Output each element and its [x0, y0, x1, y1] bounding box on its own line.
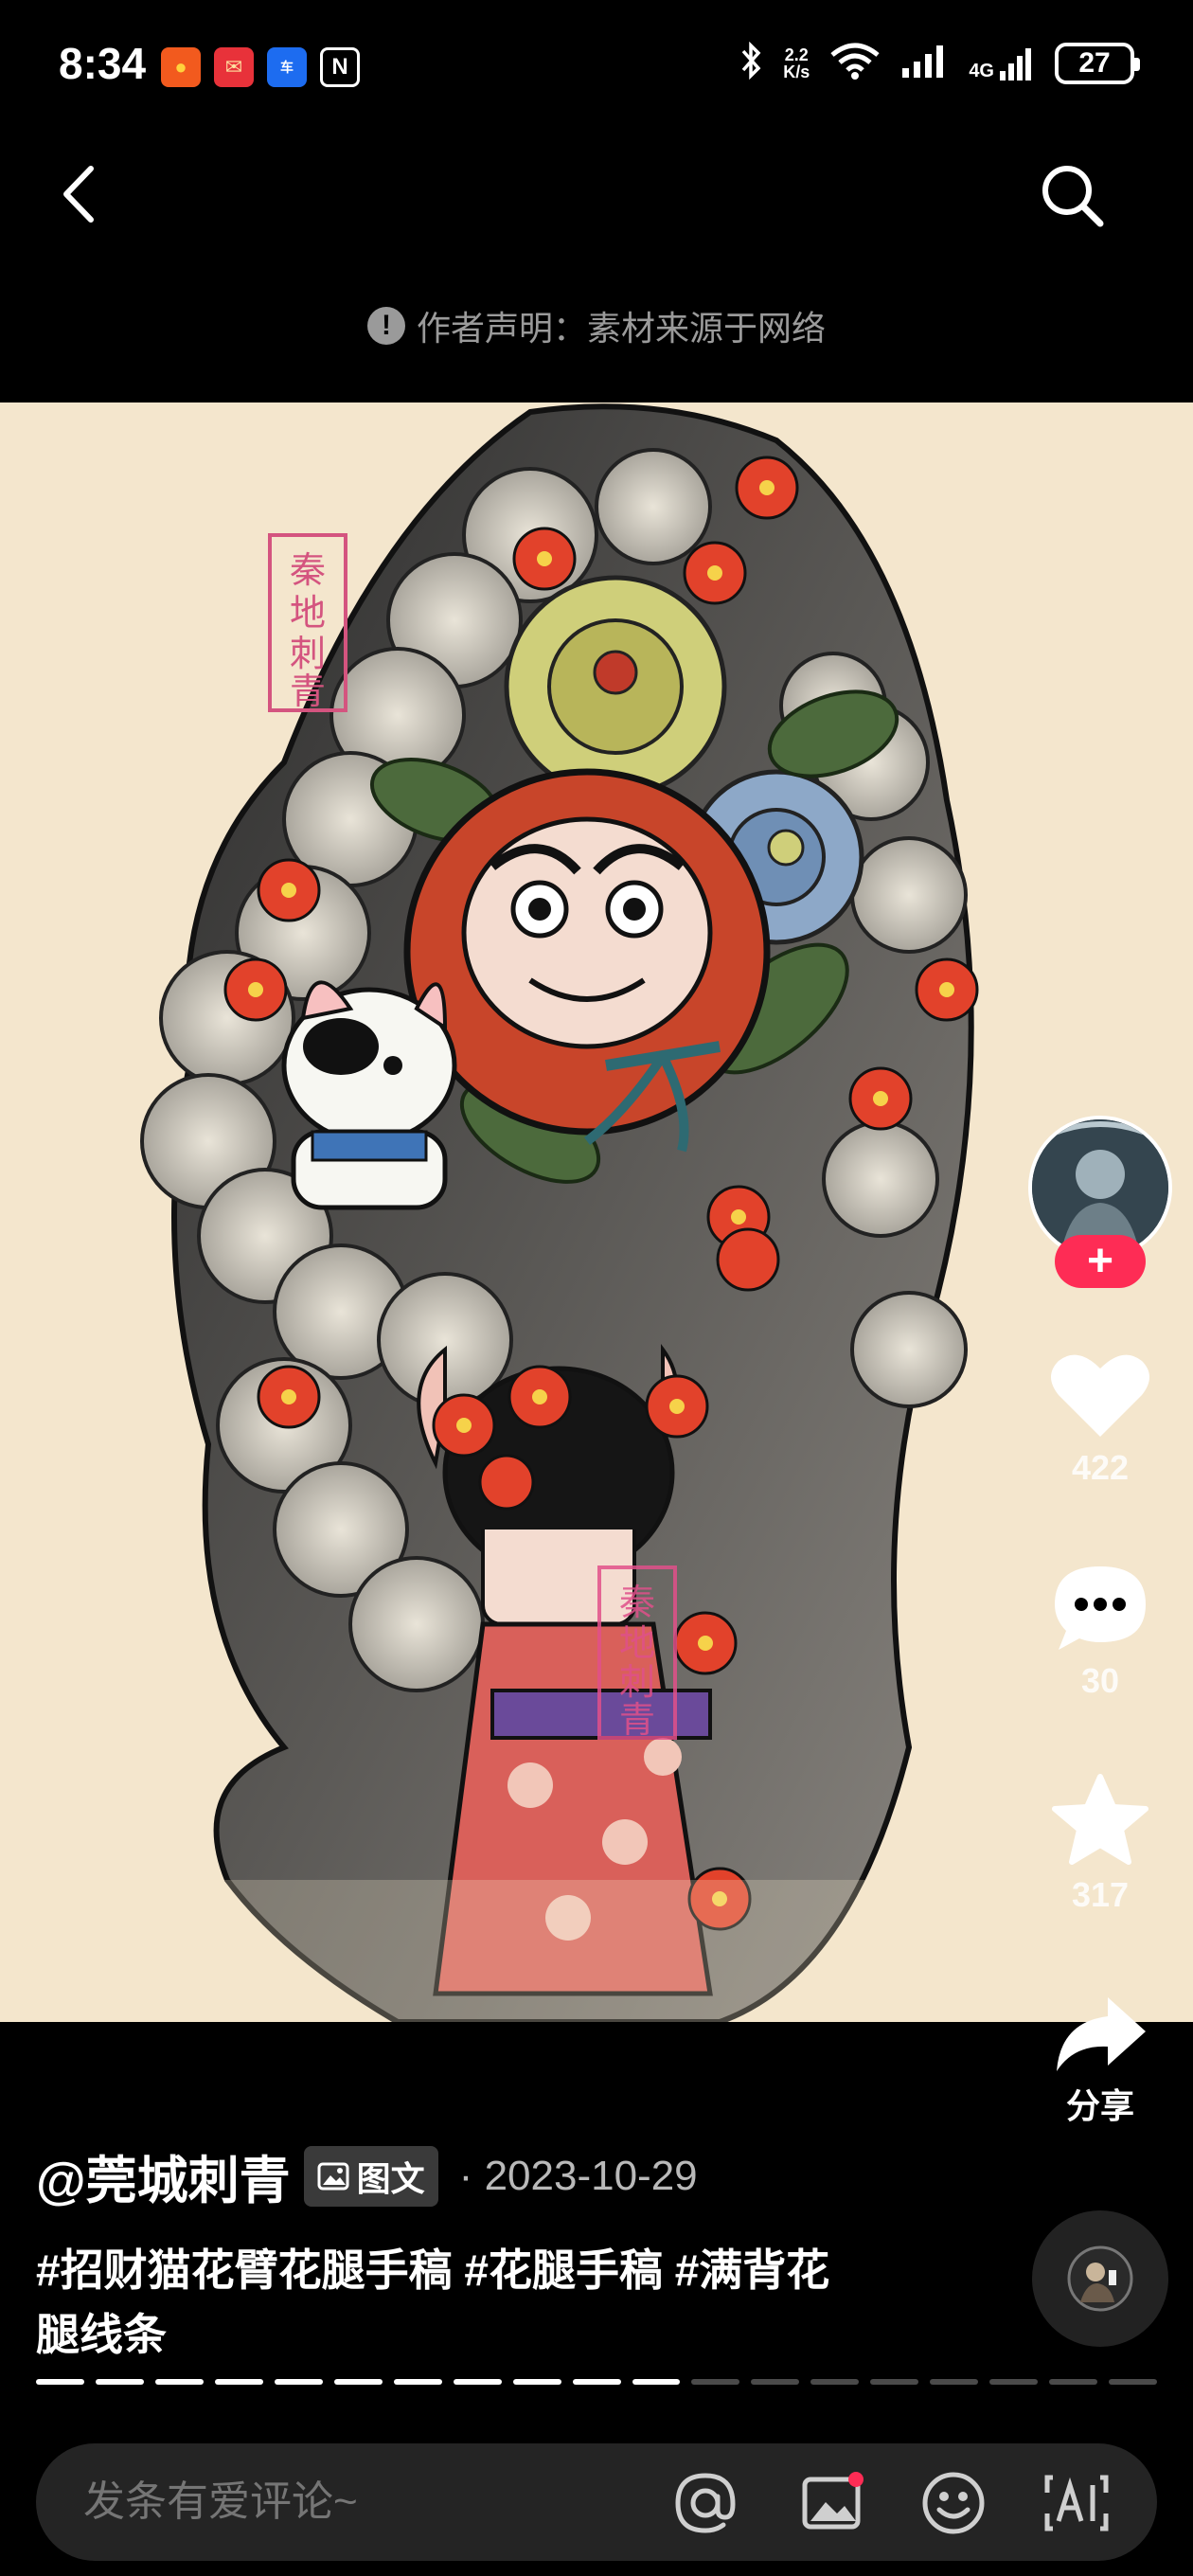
- image-picker-button[interactable]: [799, 2470, 865, 2536]
- back-button[interactable]: [53, 161, 110, 227]
- svg-text:刺: 刺: [619, 1661, 655, 1703]
- bluetooth-icon: [739, 41, 762, 84]
- progress-segment: [512, 2379, 561, 2385]
- comment-bar: [36, 2443, 1157, 2561]
- wifi-icon: [830, 42, 880, 84]
- post-description[interactable]: #招财猫花臂花腿手稿 #花腿手稿 #满背花腿线条: [36, 2238, 869, 2367]
- post-image[interactable]: 秦 地 刺 青 秦 地 刺 青: [0, 402, 1193, 2022]
- date-separator: ·: [458, 2152, 473, 2199]
- progress-segment: [870, 2379, 919, 2385]
- image-progress-indicator: [36, 2379, 1158, 2387]
- chevron-left-icon: [63, 166, 94, 223]
- like-count: 422: [1071, 1448, 1130, 1487]
- seal-char-1: 秦: [290, 549, 326, 591]
- share-button[interactable]: 分享: [1042, 1994, 1159, 2128]
- comment-input[interactable]: [83, 2443, 651, 2561]
- author-row: @莞城刺青 图文 · 2023-10-29: [36, 2138, 1021, 2213]
- post-type-badge: 图文: [303, 2145, 438, 2207]
- author-name[interactable]: @莞城刺青: [36, 2138, 291, 2213]
- progress-segment: [751, 2379, 800, 2385]
- signal-icon: [900, 42, 948, 84]
- image-icon: [317, 2162, 349, 2190]
- post-date: · 2023-10-29: [459, 2153, 698, 2200]
- signal-4g-icon: 4G: [969, 45, 1034, 82]
- progress-segment: [393, 2379, 442, 2385]
- ai-icon: [1044, 2475, 1109, 2531]
- network-type: 4G: [969, 60, 994, 81]
- like-button[interactable]: 422: [1042, 1350, 1159, 1488]
- progress-segment: [930, 2379, 979, 2385]
- comment-icon: [1055, 1566, 1146, 1650]
- heart-icon: [1051, 1354, 1149, 1437]
- emoji-button[interactable]: [920, 2470, 987, 2536]
- tattoo-artwork: 秦 地 刺 青 秦 地 刺 青: [0, 403, 1193, 2022]
- progress-segment: [989, 2379, 1039, 2385]
- svg-text:青: 青: [619, 1699, 655, 1741]
- progress-segment: [691, 2379, 740, 2385]
- disclaimer-text: 作者声明：素材来源于网络: [416, 309, 826, 348]
- battery-icon: 27: [1055, 42, 1140, 84]
- network-speed: 2.2 K/s: [783, 46, 810, 80]
- comment-count: 30: [1080, 1661, 1120, 1700]
- music-disc[interactable]: [1032, 2210, 1168, 2347]
- mention-button[interactable]: [672, 2470, 739, 2536]
- seal-char-2: 地: [290, 592, 326, 634]
- follow-button[interactable]: +: [1055, 1235, 1146, 1288]
- info-icon: !: [366, 307, 405, 345]
- smiley-icon: [922, 2472, 985, 2534]
- progress-segment: [95, 2379, 144, 2385]
- search-button[interactable]: [1038, 161, 1106, 229]
- share-icon: [1057, 1997, 1146, 2071]
- progress-segment: [274, 2379, 323, 2385]
- progress-segment: [36, 2379, 84, 2385]
- progress-segment: [1109, 2379, 1158, 2385]
- favorite-button[interactable]: 317: [1042, 1773, 1159, 1915]
- post-caption: @莞城刺青 图文 · 2023-10-29 #招财猫花臂花腿手稿 #花腿手稿 #…: [36, 2138, 1021, 2367]
- ai-button[interactable]: [1043, 2470, 1110, 2536]
- progress-segment: [154, 2379, 204, 2385]
- picture-icon: [802, 2472, 864, 2530]
- progress-segment: [632, 2379, 681, 2385]
- progress-segment: [572, 2379, 621, 2385]
- comment-button[interactable]: 30: [1042, 1563, 1159, 1701]
- music-cover-icon: [1067, 2245, 1133, 2312]
- progress-segment: [214, 2379, 263, 2385]
- lucky-cat: [281, 980, 457, 1210]
- network-speed-unit: K/s: [783, 62, 810, 81]
- nfc-icon: N: [320, 47, 360, 87]
- red-packet-icon: ✉: [214, 47, 254, 87]
- svg-text:地: 地: [619, 1622, 655, 1664]
- chrysanthemum-yellow: [504, 575, 727, 798]
- author-disclaimer: ! 作者声明：素材来源于网络: [0, 301, 1193, 350]
- at-icon: [675, 2473, 736, 2533]
- status-bar: 8:34 ● ✉ 车 N 2.2 K/s 4G 27: [0, 0, 1193, 133]
- search-icon: [1042, 166, 1104, 227]
- date-value: 2023-10-29: [484, 2152, 698, 2199]
- car-app-icon: 车: [267, 47, 307, 87]
- progress-segment: [810, 2379, 860, 2385]
- seal-char-3: 刺: [290, 633, 326, 674]
- progress-segment: [333, 2379, 383, 2385]
- share-label: 分享: [1065, 2086, 1134, 2125]
- progress-segment: [1049, 2379, 1098, 2385]
- progress-segment: [453, 2379, 502, 2385]
- status-time: 8:34: [59, 39, 147, 88]
- app-notification-icon: ●: [161, 47, 201, 87]
- star-icon: [1052, 1774, 1148, 1865]
- seal-char-4: 青: [290, 671, 326, 712]
- system-icons: 2.2 K/s 4G 27: [739, 41, 1140, 84]
- svg-text:秦: 秦: [619, 1582, 655, 1623]
- post-type-label: 图文: [356, 2158, 425, 2198]
- network-speed-value: 2.2: [784, 45, 809, 64]
- notification-icons: ● ✉ 车 N: [161, 47, 360, 87]
- favorite-count: 317: [1071, 1875, 1130, 1914]
- battery-level: 27: [1078, 46, 1111, 79]
